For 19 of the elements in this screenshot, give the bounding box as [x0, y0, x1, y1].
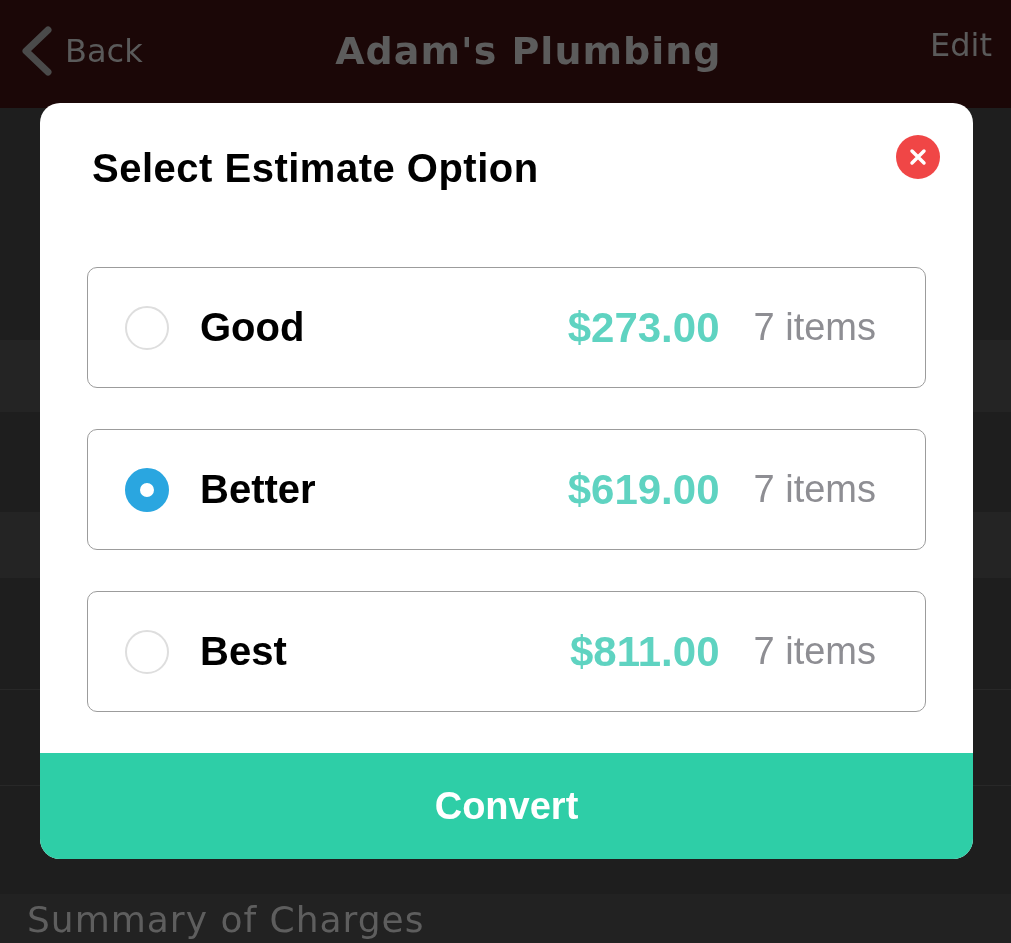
option-price: $811.00 — [570, 627, 720, 676]
option-card[interactable]: Best $811.00 7 items — [87, 591, 926, 712]
item-count: 7 items — [753, 306, 876, 349]
item-count: 7 items — [753, 468, 876, 511]
option-card[interactable]: Better $619.00 7 items — [87, 429, 926, 550]
chevron-left-icon — [20, 26, 52, 76]
item-count: 7 items — [753, 630, 876, 673]
close-icon — [896, 135, 940, 179]
option-name: Good — [200, 305, 306, 350]
option-price: $619.00 — [567, 465, 720, 514]
option-name: Better — [200, 467, 317, 512]
option-price: $273.00 — [567, 303, 720, 352]
close-button[interactable] — [896, 135, 940, 179]
radio-button[interactable] — [125, 467, 169, 512]
dialog-title: Select Estimate Option — [92, 146, 539, 190]
option-card[interactable]: Good $273.00 7 items — [87, 267, 926, 388]
section-header: Summary of Charges — [27, 902, 425, 938]
nav-title: Adam's Plumbing — [335, 29, 722, 73]
option-name: Best — [200, 629, 288, 674]
